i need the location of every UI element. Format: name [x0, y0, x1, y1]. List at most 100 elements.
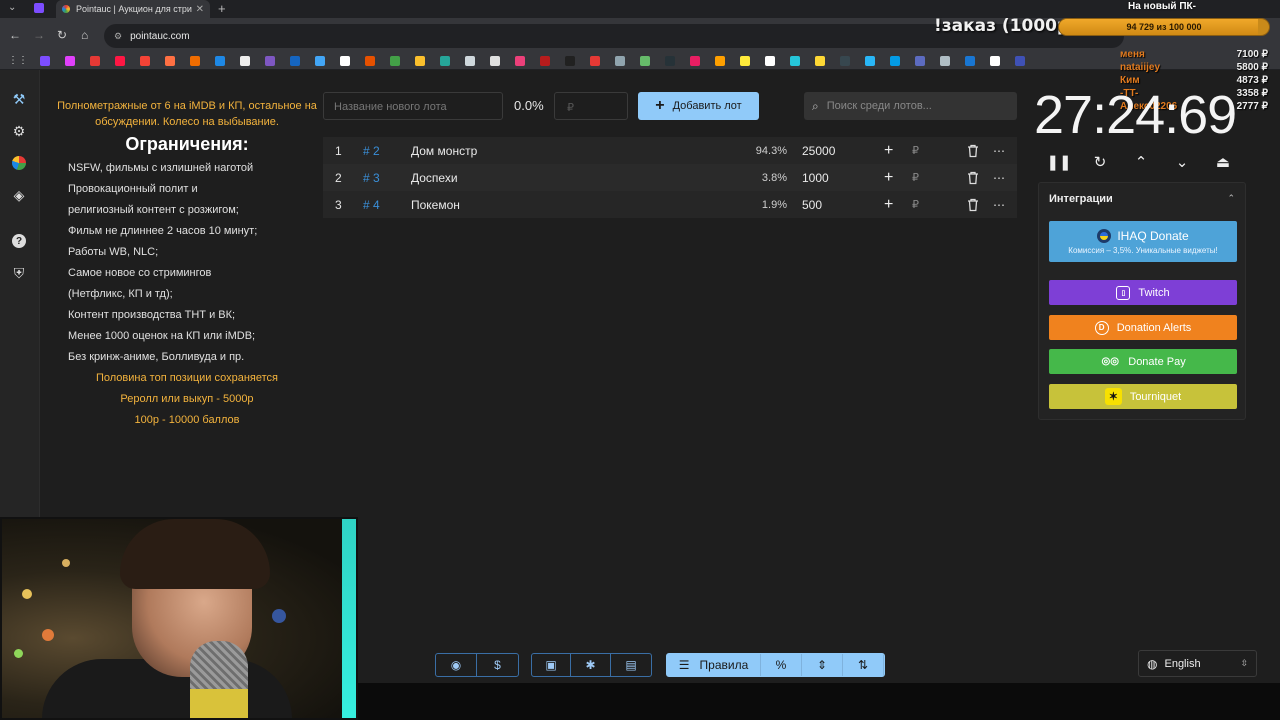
bookmark-icon[interactable] — [515, 56, 525, 66]
bookmark-icon[interactable] — [315, 56, 325, 66]
bookmark-icon[interactable] — [390, 56, 400, 66]
bookmark-icon[interactable] — [690, 56, 700, 66]
bookmark-icon[interactable] — [40, 56, 50, 66]
back-icon[interactable]: ← — [9, 28, 21, 42]
bookmark-icon[interactable] — [615, 56, 625, 66]
donate-dollar-icon[interactable]: $ — [477, 654, 518, 676]
lot-id-link[interactable]: # 4 — [363, 198, 380, 212]
bookmark-icon[interactable] — [765, 56, 775, 66]
shield-icon[interactable]: ⛨ — [10, 264, 28, 282]
bookmark-icon[interactable] — [640, 56, 650, 66]
lot-currency-input[interactable]: ₽ — [912, 144, 919, 157]
bookmark-icon[interactable] — [140, 56, 150, 66]
twitch-tab-icon[interactable] — [34, 3, 44, 13]
save-icon[interactable]: ▣ — [532, 654, 571, 676]
lot-search-input[interactable]: ⌕ Поиск среди лотов... — [804, 92, 1017, 120]
clear-all-icon[interactable]: ▤ — [611, 654, 651, 676]
tourniquet-button[interactable]: ✶ Tourniquet — [1049, 384, 1237, 409]
add-amount-icon[interactable]: + — [884, 169, 893, 187]
auction-hammer-icon[interactable]: ⚒ — [10, 90, 28, 108]
ihaq-donate-button[interactable]: IHAQ Donate Комиссия – 3,5%. Уникальные … — [1049, 221, 1237, 262]
bookmark-icon[interactable] — [465, 56, 475, 66]
percent-toggle-icon[interactable]: % — [761, 654, 802, 676]
add-amount-icon[interactable]: + — [884, 196, 893, 214]
bug-report-icon[interactable]: ✱ — [571, 654, 611, 676]
browser-tab-active[interactable]: Pointauc | Аукцион для стрима ✕ — [56, 0, 210, 18]
bookmark-icon[interactable] — [940, 56, 950, 66]
delete-trash-icon[interactable] — [967, 171, 979, 185]
bookmark-icon[interactable] — [1015, 56, 1025, 66]
subtract-time-chevron-down-icon[interactable]: ⌄ — [1172, 152, 1192, 172]
bookmark-icon[interactable] — [565, 56, 575, 66]
bookmark-icon[interactable] — [90, 56, 100, 66]
bookmark-icon[interactable] — [865, 56, 875, 66]
help-icon[interactable]: ? — [10, 232, 28, 250]
bookmark-icon[interactable] — [290, 56, 300, 66]
add-lot-button[interactable]: + Добавить лот — [638, 92, 759, 120]
pause-icon[interactable]: ❚❚ — [1046, 152, 1071, 172]
lot-id-link[interactable]: # 2 — [363, 144, 380, 158]
bookmark-icon[interactable] — [340, 56, 350, 66]
bookmark-icon[interactable] — [540, 56, 550, 66]
twitch-button[interactable]: ▯ Twitch — [1049, 280, 1237, 305]
rules-button[interactable]: ☰ Правила — [667, 654, 761, 676]
lot-currency-input[interactable]: ₽ — [912, 198, 919, 211]
bookmark-icon[interactable] — [65, 56, 75, 66]
bookmark-icon[interactable] — [215, 56, 225, 66]
add-amount-icon[interactable]: + — [884, 142, 893, 160]
donate-pay-button[interactable]: ◎◎ Donate Pay — [1049, 349, 1237, 374]
bookmark-icon[interactable] — [790, 56, 800, 66]
lot-id-link[interactable]: # 3 — [363, 171, 380, 185]
add-time-chevron-up-icon[interactable]: ⌃ — [1131, 152, 1151, 172]
new-lot-name-input[interactable]: Название нового лота — [323, 92, 503, 120]
lot-amount[interactable]: 25000 — [802, 144, 835, 158]
reset-timer-icon[interactable]: ↻ — [1090, 152, 1110, 172]
compact-view-icon[interactable]: ⇕ — [802, 654, 843, 676]
bookmark-icon[interactable] — [915, 56, 925, 66]
bookmark-icon[interactable] — [240, 56, 250, 66]
bookmark-icon[interactable] — [165, 56, 175, 66]
bookmark-icon[interactable] — [265, 56, 275, 66]
layers-icon[interactable]: ◈ — [10, 186, 28, 204]
bookmark-icon[interactable] — [365, 56, 375, 66]
bookmark-icon[interactable] — [190, 56, 200, 66]
apps-icon[interactable]: ⋮⋮ — [8, 55, 28, 66]
lot-name[interactable]: Доспехи — [411, 171, 458, 185]
bookmark-icon[interactable] — [965, 56, 975, 66]
bookmark-icon[interactable] — [840, 56, 850, 66]
double-time-icon[interactable]: ⏏ — [1213, 152, 1233, 172]
lot-name[interactable]: Дом монстр — [411, 144, 477, 158]
github-icon[interactable]: ◉ — [436, 654, 477, 676]
delete-trash-icon[interactable] — [967, 198, 979, 212]
collapse-chevron-icon[interactable]: ⌃ — [1227, 193, 1235, 204]
delete-trash-icon[interactable] — [967, 144, 979, 158]
more-options-icon[interactable]: ⋯ — [993, 198, 1006, 212]
lot-amount[interactable]: 1000 — [802, 171, 829, 185]
language-select[interactable]: ◍ English ⇳ — [1138, 650, 1257, 677]
new-tab-icon[interactable]: + — [218, 1, 226, 16]
lot-name[interactable]: Покемон — [411, 198, 460, 212]
new-lot-amount-input[interactable]: ₽ — [554, 92, 628, 120]
bookmark-icon[interactable] — [440, 56, 450, 66]
settings-gear-icon[interactable]: ⚙ — [10, 122, 28, 140]
bookmark-icon[interactable] — [890, 56, 900, 66]
bookmark-icon[interactable] — [490, 56, 500, 66]
bookmark-icon[interactable] — [415, 56, 425, 66]
site-info-icon[interactable]: ⚙ — [114, 31, 122, 42]
donation-alerts-button[interactable]: D Donation Alerts — [1049, 315, 1237, 340]
bookmark-icon[interactable] — [115, 56, 125, 66]
close-tab-icon[interactable]: ✕ — [196, 4, 204, 15]
sort-icon[interactable]: ⇅ — [843, 654, 884, 676]
home-icon[interactable]: ⌂ — [81, 28, 88, 42]
reload-icon[interactable]: ↻ — [57, 28, 67, 42]
tab-search-icon[interactable]: ⌄ — [8, 2, 16, 13]
lot-amount[interactable]: 500 — [802, 198, 822, 212]
bookmark-icon[interactable] — [990, 56, 1000, 66]
lot-currency-input[interactable]: ₽ — [912, 171, 919, 184]
bookmark-icon[interactable] — [740, 56, 750, 66]
bookmark-icon[interactable] — [815, 56, 825, 66]
more-options-icon[interactable]: ⋯ — [993, 171, 1006, 185]
more-options-icon[interactable]: ⋯ — [993, 144, 1006, 158]
bookmark-icon[interactable] — [715, 56, 725, 66]
bookmark-icon[interactable] — [590, 56, 600, 66]
